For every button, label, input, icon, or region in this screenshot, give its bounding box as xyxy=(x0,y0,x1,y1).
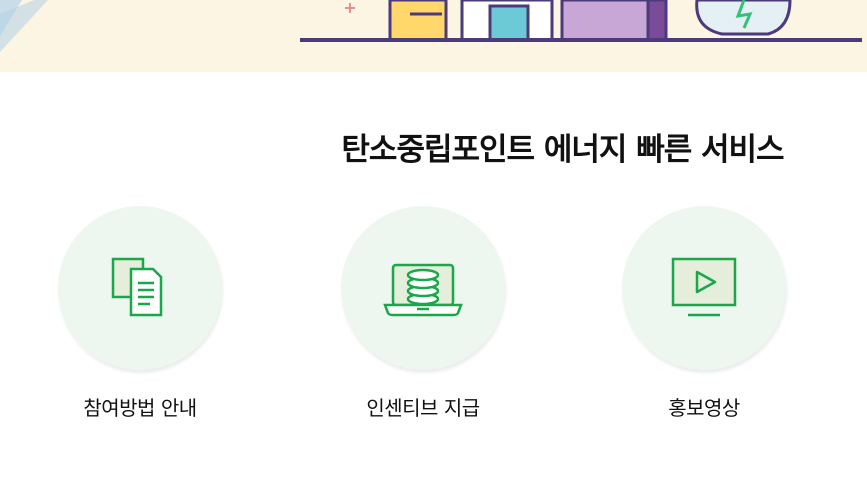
service-circle[interactable] xyxy=(341,206,505,370)
documents-icon xyxy=(111,257,163,317)
service-label[interactable]: 참여방법 안내 xyxy=(40,392,240,421)
service-promo-video[interactable]: 홍보영상 xyxy=(604,206,804,421)
laptop-coins-icon xyxy=(383,263,463,317)
service-label[interactable]: 홍보영상 xyxy=(604,392,804,421)
service-circle[interactable] xyxy=(622,206,786,370)
service-participation-guide[interactable]: 참여방법 안내 xyxy=(40,206,240,421)
video-play-icon xyxy=(671,257,737,317)
service-incentive-payment[interactable]: 인센티브 지급 xyxy=(323,206,523,421)
service-circle[interactable] xyxy=(58,206,222,370)
section-title: 탄소중립포인트 에너지 빠른 서비스 xyxy=(341,132,784,168)
top-banner-illustration xyxy=(0,0,867,72)
banner-illustration xyxy=(0,0,862,52)
service-label[interactable]: 인센티브 지급 xyxy=(323,392,523,421)
